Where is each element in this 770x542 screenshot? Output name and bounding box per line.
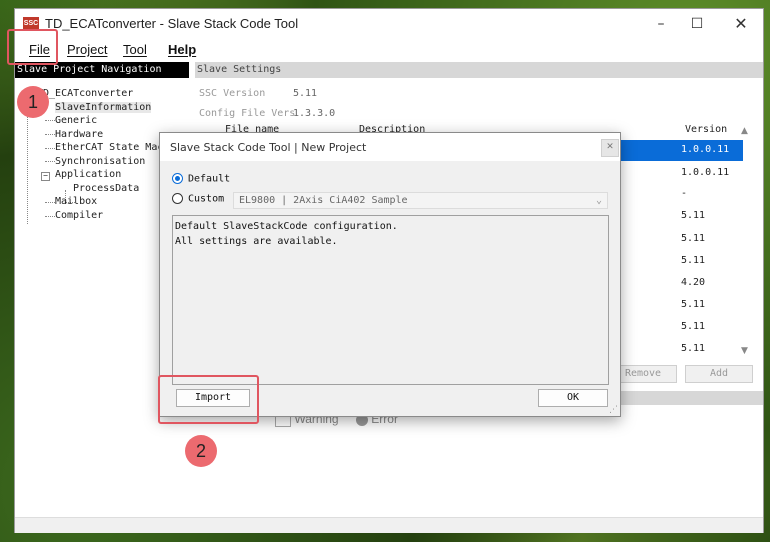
scroll-up-icon[interactable]: ▲	[741, 126, 748, 136]
menu-help[interactable]: Help	[168, 42, 196, 57]
ok-button[interactable]: OK	[538, 389, 608, 407]
dialog-title: Slave Stack Code Tool | New Project	[170, 141, 367, 154]
import-button-highlight	[158, 375, 259, 424]
tree-item-process-data[interactable]: ProcessData	[73, 183, 139, 194]
dialog-title-bar: Slave Stack Code Tool | New Project ✕	[160, 133, 620, 161]
version-cell[interactable]: 1.0.0.11	[681, 167, 729, 178]
version-cell[interactable]: 5.11	[681, 210, 705, 221]
resize-grip-icon[interactable]: ⋰	[609, 405, 618, 415]
tree-item-application[interactable]: Application	[55, 169, 121, 180]
custom-config-value: EL9800 | 2Axis CiA402 Sample	[239, 195, 408, 206]
version-cell[interactable]: 5.11	[681, 255, 705, 266]
tree-guide-line	[45, 202, 55, 203]
version-cell[interactable]: -	[681, 188, 687, 199]
version-cell[interactable]: 1.0.0.11	[681, 144, 729, 155]
scroll-down-icon[interactable]: ▼	[741, 346, 748, 356]
title-bar: SSC TD_ECATconverter - Slave Stack Code …	[15, 9, 763, 39]
custom-option-label: Custom	[188, 193, 225, 205]
description-line: Default SlaveStackCode configuration.	[175, 221, 398, 232]
configuration-description: Default SlaveStackCode configuration. Al…	[172, 215, 609, 385]
tree-item-hardware[interactable]: Hardware	[55, 129, 103, 140]
radio-checked-icon[interactable]	[172, 173, 183, 184]
tree-guide-line	[45, 216, 55, 217]
version-cell[interactable]: 5.11	[681, 233, 705, 244]
tree-item-mailbox[interactable]: Mailbox	[55, 196, 97, 207]
radio-unchecked-icon[interactable]	[172, 193, 183, 204]
description-line: All settings are available.	[175, 236, 338, 247]
menu-tool[interactable]: Tool	[123, 42, 147, 57]
ssc-version-value: 5.11	[293, 88, 318, 99]
tree-guide-line	[45, 120, 55, 121]
config-file-label: Config File Vers	[199, 108, 296, 119]
tree-guide-line	[45, 134, 55, 135]
tree-collapse-icon[interactable]: −	[41, 172, 50, 181]
tree-guide-line	[45, 161, 55, 162]
custom-option[interactable]: Custom	[172, 193, 224, 205]
settings-header: Slave Settings	[195, 62, 763, 78]
default-option-label: Default	[188, 173, 231, 185]
horizontal-scrollbar[interactable]	[15, 517, 763, 533]
menu-bar: File Project Tool Help	[15, 39, 763, 61]
column-header-version[interactable]: Version	[685, 124, 727, 135]
menu-project[interactable]: Project	[67, 42, 107, 57]
step-1-badge: 1	[17, 86, 49, 118]
step-2-badge: 2	[185, 435, 217, 467]
minimize-button[interactable]: –	[647, 13, 675, 35]
version-cell[interactable]: 5.11	[681, 299, 705, 310]
chevron-down-icon[interactable]: ⌄	[596, 193, 602, 208]
default-option[interactable]: Default	[172, 173, 230, 185]
window-title: TD_ECATconverter - Slave Stack Code Tool	[45, 16, 299, 31]
ssc-version-label: SSC Version	[199, 88, 266, 99]
tree-item-project[interactable]: TD_ECATconverter	[37, 88, 133, 99]
maximize-button[interactable]: ☐	[683, 13, 711, 35]
file-menu-highlight	[7, 29, 58, 65]
version-cell[interactable]: 5.11	[681, 321, 705, 332]
tree-item-synchronisation[interactable]: Synchronisation	[55, 156, 145, 167]
version-cell[interactable]: 5.11	[681, 343, 705, 354]
dialog-close-button[interactable]: ✕	[601, 139, 619, 157]
custom-config-select[interactable]: EL9800 | 2Axis CiA402 Sample ⌄	[233, 192, 608, 209]
config-file-value: 1.3.3.0	[293, 108, 336, 119]
close-window-button[interactable]: ✕	[727, 13, 755, 35]
version-cell[interactable]: 4.20	[681, 277, 705, 288]
tree-item-generic[interactable]: Generic	[55, 115, 97, 126]
tree-item-slave-information[interactable]: SlaveInformation	[55, 102, 152, 113]
tree-guide-line	[45, 148, 55, 149]
tree-item-compiler[interactable]: Compiler	[55, 210, 103, 221]
add-button[interactable]: Add	[685, 365, 753, 383]
